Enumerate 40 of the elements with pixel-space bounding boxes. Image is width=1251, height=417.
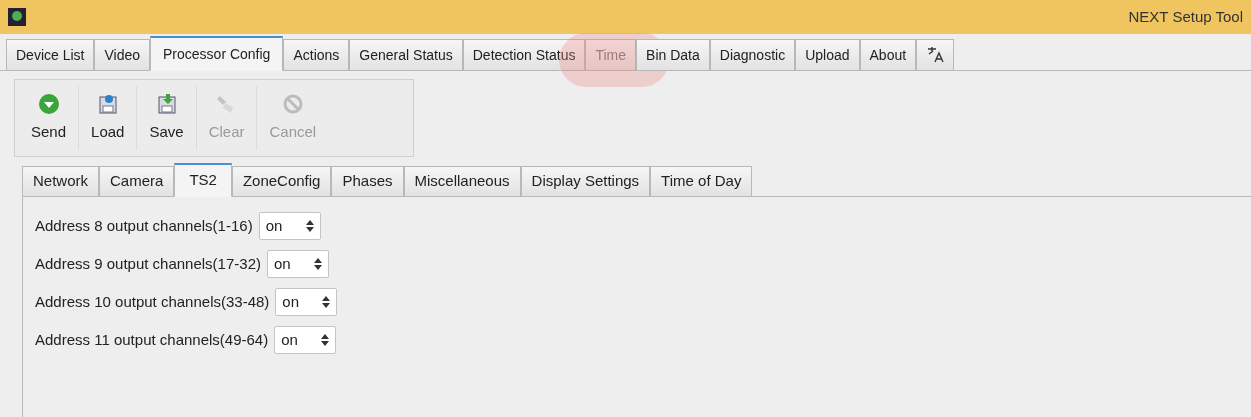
spinner-arrows-icon — [305, 220, 314, 232]
language-tab[interactable] — [916, 39, 955, 71]
setting-label: Address 11 output channels(49-64) — [35, 329, 269, 350]
floppy-disk-icon — [97, 92, 118, 115]
tab[interactable]: Device List — [6, 39, 95, 71]
sub-tab[interactable]: TS2 — [174, 163, 232, 197]
floppy-disk-icon — [156, 92, 177, 115]
language-icon — [926, 46, 945, 64]
tab[interactable]: Diagnostic — [709, 39, 796, 71]
sub-tab[interactable]: Network — [22, 166, 99, 197]
setting-label: Address 9 output channels(17-32) — [35, 253, 261, 274]
dropdown[interactable]: on — [275, 288, 338, 316]
dropdown[interactable]: on — [267, 250, 329, 278]
spinner-arrows-icon — [321, 334, 330, 346]
tab[interactable]: Bin Data — [636, 39, 710, 71]
tab[interactable]: Actions — [283, 39, 350, 71]
tab[interactable]: Detection Status — [462, 39, 586, 71]
setting-label: Address 8 output channels(1-16) — [35, 215, 253, 236]
sub-tab[interactable]: Miscellaneous — [403, 166, 521, 197]
app-icon — [8, 8, 26, 26]
tab[interactable]: Video — [94, 39, 151, 71]
tab[interactable]: Processor Config — [150, 36, 284, 71]
sub-tab[interactable]: ZoneConfig — [231, 166, 332, 197]
window-title: NEXT Setup Tool — [1128, 6, 1243, 27]
toolbar-button[interactable]: Load — [78, 86, 137, 150]
tab[interactable]: General Status — [349, 39, 463, 71]
setting-label: Address 10 output channels(33-48) — [35, 291, 270, 312]
dropdown[interactable]: on — [258, 212, 321, 240]
spinner-arrows-icon — [314, 258, 322, 270]
toolbar-button[interactable]: Send — [19, 86, 79, 150]
sub-tab[interactable]: Display Settings — [520, 166, 651, 197]
sub-tab[interactable]: Time of Day — [650, 166, 753, 197]
sub-tab[interactable]: Phases — [331, 166, 404, 197]
dropdown[interactable]: on — [274, 326, 337, 354]
tab[interactable]: About — [859, 39, 917, 71]
toolbar-button[interactable]: Save — [136, 86, 196, 150]
spinner-arrows-icon — [322, 296, 331, 308]
tab[interactable]: Upload — [795, 39, 860, 71]
cancel-icon — [281, 92, 304, 115]
sub-tab[interactable]: Camera — [99, 166, 175, 197]
